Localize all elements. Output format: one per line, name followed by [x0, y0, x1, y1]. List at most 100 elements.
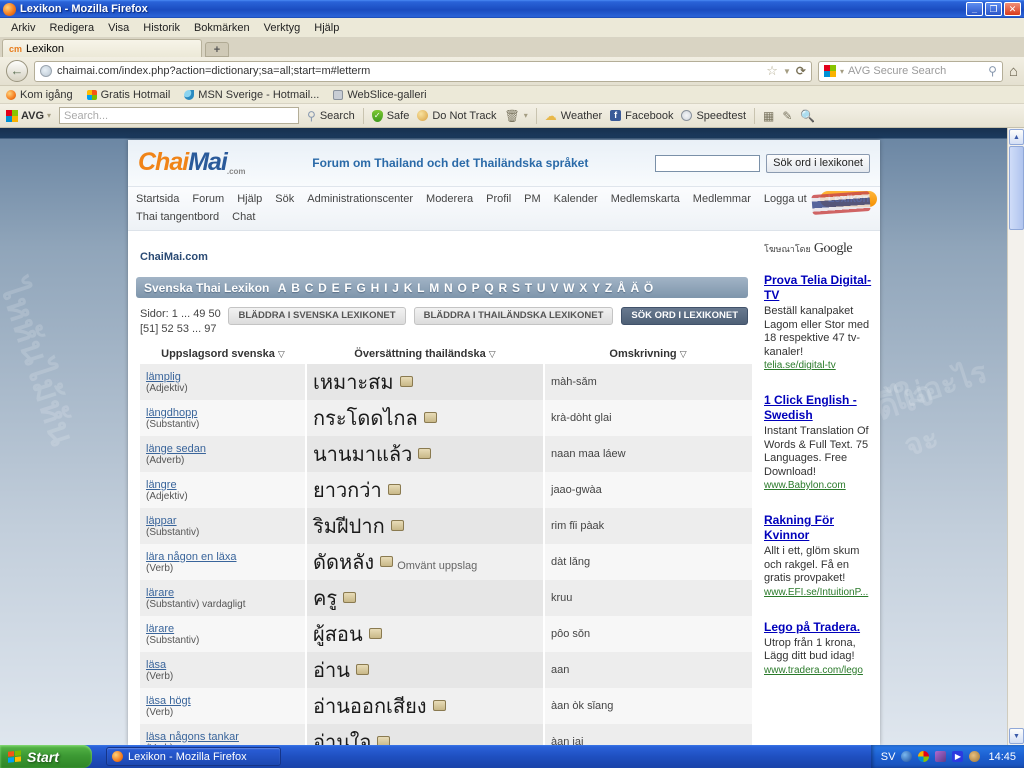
scroll-down-button[interactable]: ▼ [1009, 728, 1024, 744]
tray-media-player-icon[interactable]: ▶ [952, 751, 963, 762]
nav-profil[interactable]: Profil [486, 193, 511, 205]
swedish-word-link[interactable]: länge sedan [146, 443, 299, 455]
tab-lexikon[interactable]: cm Lexikon [2, 39, 202, 57]
letter-link-J[interactable]: J [390, 281, 401, 295]
nav-administrationscenter[interactable]: Administrationscenter [307, 193, 413, 205]
search-engine-dropdown-icon[interactable]: ▾ [840, 67, 844, 76]
letter-link-E[interactable]: E [329, 281, 342, 295]
letter-link-H[interactable]: H [368, 281, 381, 295]
nav-kalender[interactable]: Kalender [554, 193, 598, 205]
bookmark-item[interactable]: MSN Sverige - Hotmail... [184, 89, 319, 101]
speedtest-button[interactable]: Speedtest [681, 110, 746, 122]
lexicon-search-button[interactable]: Sök ord i lexikonet [766, 154, 870, 173]
bookmark-star-icon[interactable]: ☆ [766, 63, 778, 79]
lexicon-button-0[interactable]: BLÄDDRA I SVENSKA LEXIKONET [228, 307, 405, 325]
menu-historik[interactable]: Historik [136, 20, 187, 36]
vertical-scrollbar[interactable]: ▲ ▼ [1007, 128, 1024, 745]
letter-link-U[interactable]: U [535, 281, 548, 295]
letter-link-K[interactable]: K [401, 281, 414, 295]
nav-forum[interactable]: Forum [192, 193, 224, 205]
taskbar-item-firefox[interactable]: Lexikon - Mozilla Firefox [106, 747, 281, 766]
lexicon-search-input[interactable] [655, 155, 760, 172]
sort-arrow-icon[interactable]: ▽ [278, 349, 285, 359]
swedish-word-link[interactable]: lämplig [146, 371, 299, 383]
ad-title-link[interactable]: Rakning För Kvinnor [764, 513, 876, 543]
letter-link-Q[interactable]: Q [482, 281, 496, 295]
lexicon-button-1[interactable]: BLÄDDRA I THAILÄNDSKA LEXIKONET [414, 307, 614, 325]
nav-startsida[interactable]: Startsida [136, 193, 179, 205]
menu-hjälp[interactable]: Hjälp [307, 20, 346, 36]
audio-icon[interactable] [391, 520, 404, 531]
url-bar[interactable]: chaimai.com/index.php?action=dictionary;… [34, 61, 812, 82]
ad-title-link[interactable]: Lego på Tradera. [764, 620, 876, 635]
audio-icon[interactable] [424, 412, 437, 423]
letter-link-N[interactable]: N [442, 281, 455, 295]
letter-link-F[interactable]: F [342, 281, 354, 295]
swedish-word-link[interactable]: lärare [146, 587, 299, 599]
audio-icon[interactable] [400, 376, 413, 387]
weather-button[interactable]: ☁ Weather [545, 109, 602, 123]
letter-link-G[interactable]: G [354, 281, 368, 295]
tray-avg-icon[interactable] [918, 751, 929, 762]
letter-link-S[interactable]: S [510, 281, 523, 295]
nav-medlemskarta[interactable]: Medlemskarta [611, 193, 680, 205]
minimize-button[interactable]: _ [966, 2, 983, 16]
scrollbar-thumb[interactable] [1009, 146, 1024, 230]
ad-url-link[interactable]: telia.se/digital-tv [764, 360, 876, 371]
facebook-button[interactable]: f Facebook [610, 110, 673, 122]
letter-link-C[interactable]: C [302, 281, 315, 295]
notes-icon[interactable]: ✎ [782, 109, 792, 123]
search-magnifier-icon[interactable]: ⚲ [988, 64, 997, 78]
swedish-word-link[interactable]: lärare [146, 623, 299, 635]
swedish-word-link[interactable]: läsa högt [146, 695, 299, 707]
menu-verktyg[interactable]: Verktyg [257, 20, 308, 36]
audio-icon[interactable] [380, 556, 393, 567]
nav-logga-ut[interactable]: Logga ut [764, 193, 807, 205]
reload-icon[interactable]: ⟳ [796, 64, 806, 78]
do-not-track-button[interactable]: Do Not Track [417, 110, 496, 122]
clear-history-button[interactable]: 🗑 ▾ [505, 109, 528, 123]
swedish-word-link[interactable]: längre [146, 479, 299, 491]
breadcrumb[interactable]: ChaiMai.com [140, 251, 748, 263]
nav-moderera[interactable]: Moderera [426, 193, 473, 205]
restore-button[interactable]: ❐ [985, 2, 1002, 16]
language-indicator[interactable]: SV [881, 751, 896, 763]
ad-title-link[interactable]: 1 Click English - Swedish [764, 393, 876, 423]
back-button[interactable]: ← [6, 60, 28, 82]
letter-link-B[interactable]: B [289, 281, 302, 295]
home-button[interactable]: ⌂ [1009, 63, 1018, 80]
url-text[interactable]: chaimai.com/index.php?action=dictionary;… [57, 65, 761, 77]
letter-link-A[interactable]: A [275, 281, 288, 295]
bookmark-item[interactable]: Kom igång [6, 89, 73, 101]
letter-link-X[interactable]: X [577, 281, 590, 295]
column-header[interactable]: Översättning thailändska ▽ [306, 345, 544, 364]
column-header[interactable]: Uppslagsord svenska ▽ [140, 345, 306, 364]
audio-icon[interactable] [377, 736, 390, 745]
avg-toolbar-search-input[interactable]: Search... [59, 107, 299, 124]
page-search-icon[interactable]: 🔍 [800, 109, 815, 123]
menu-redigera[interactable]: Redigera [42, 20, 101, 36]
audio-icon[interactable] [433, 700, 446, 711]
swedish-word-link[interactable]: lära någon en läxa [146, 551, 299, 563]
nav-thai-tangentbord[interactable]: Thai tangentbord [136, 211, 219, 223]
letter-link-D[interactable]: D [316, 281, 329, 295]
column-header[interactable]: Omskrivning ▽ [544, 345, 752, 364]
letter-link-R[interactable]: R [496, 281, 509, 295]
letter-link-Y[interactable]: Y [590, 281, 603, 295]
letter-link-I[interactable]: I [382, 281, 390, 295]
tray-volume-icon[interactable] [969, 751, 980, 762]
menu-bokmärken[interactable]: Bokmärken [187, 20, 257, 36]
avg-search-button[interactable]: ⚲ Search [307, 109, 355, 123]
letter-link-V[interactable]: V [548, 281, 561, 295]
avg-brand-button[interactable]: AVG ▾ [6, 110, 51, 122]
url-dropdown-icon[interactable]: ▼ [783, 67, 791, 76]
audio-icon[interactable] [388, 484, 401, 495]
menu-arkiv[interactable]: Arkiv [4, 20, 42, 36]
site-logo[interactable]: ChaiMai.com [138, 150, 246, 176]
letter-link-T[interactable]: T [522, 281, 534, 295]
nav-medlemmar[interactable]: Medlemmar [693, 193, 751, 205]
bookmark-item[interactable]: Gratis Hotmail [87, 89, 171, 101]
nav-hjälp[interactable]: Hjälp [237, 193, 262, 205]
avg-search-field[interactable]: ▾ AVG Secure Search ⚲ [818, 61, 1003, 82]
avg-safe-button[interactable]: ✓ Safe [372, 110, 410, 122]
